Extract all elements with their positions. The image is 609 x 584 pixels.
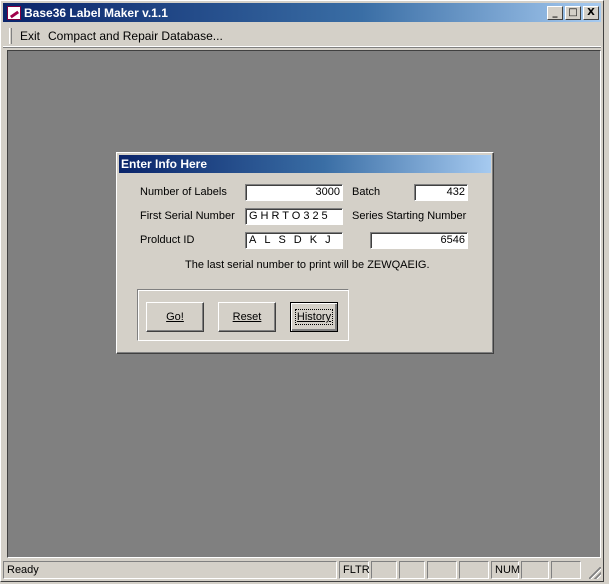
title-bar[interactable]: Base36 Label Maker v.1.1 _ □ X [3,3,601,22]
first-serial-input[interactable]: GHRTO325 [245,208,343,225]
go-button-label: Go! [166,311,184,323]
history-button-label: History [294,309,334,325]
status-panel-empty-3 [427,561,457,579]
reset-button[interactable]: Reset [218,302,276,332]
last-serial-message: The last serial number to print will be … [185,259,430,271]
status-num: NUM [491,561,520,579]
product-id-input[interactable]: ALSDKJ [245,232,343,249]
number-of-labels-input[interactable]: 3000 [245,184,343,201]
close-button[interactable]: X [583,5,599,20]
status-panel-empty-5 [521,561,549,579]
status-bar: Ready FLTR NUM [3,561,601,579]
status-panel-empty-4 [459,561,489,579]
menu-grip [9,27,12,44]
number-of-labels-label: Number of Labels [140,186,227,198]
main-window: Base36 Label Maker v.1.1 _ □ X Exit Comp… [0,0,604,582]
series-starting-number-input[interactable]: 6546 [370,232,468,249]
menu-bar: Exit Compact and Repair Database... [3,25,601,47]
go-button[interactable]: Go! [146,302,204,332]
status-text: Ready [3,561,337,579]
dialog-title[interactable]: Enter Info Here [119,155,491,173]
history-button[interactable]: History [290,302,338,332]
menu-item-compact-repair[interactable]: Compact and Repair Database... [44,27,227,45]
product-id-label: Prolduct ID [140,234,195,246]
app-icon [7,5,21,20]
title-buttons: _ □ X [545,5,599,20]
batch-label: Batch [352,186,381,198]
status-panel-empty-6 [551,561,581,579]
menu-item-exit[interactable]: Exit [16,27,44,45]
button-frame: Go! Reset History [137,289,349,341]
first-serial-label: First Serial Number [140,210,235,222]
status-fltr: FLTR [339,561,370,579]
series-starting-number-label: Series Starting Number [352,210,467,222]
maximize-button[interactable]: □ [565,5,581,20]
status-panel-empty-1 [371,561,397,579]
enter-info-dialog: Enter Info Here Number of Labels 3000 Ba… [116,152,494,354]
minimize-button[interactable]: _ [547,5,563,20]
status-panel-empty-2 [399,561,425,579]
window-title: Base36 Label Maker v.1.1 [24,5,168,20]
reset-button-label: Reset [232,311,262,323]
resize-grip[interactable] [589,567,601,579]
batch-input[interactable]: 432 [414,184,468,201]
